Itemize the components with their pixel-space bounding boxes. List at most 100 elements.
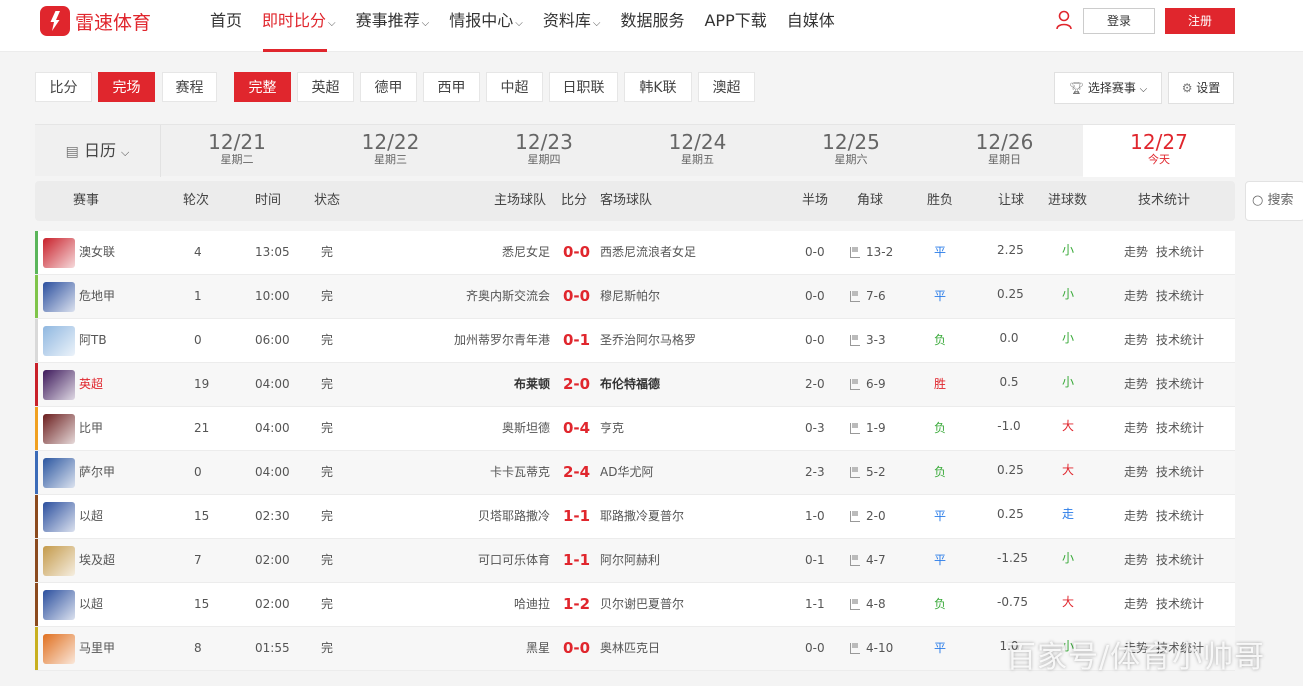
calendar-button[interactable]: ▤ 日历 ⌵	[35, 125, 161, 177]
date-tab-0[interactable]: 12/21 星期二	[161, 125, 313, 177]
date-tab-4[interactable]: 12/25 星期六	[775, 125, 927, 177]
league-name[interactable]: 以超	[79, 583, 103, 626]
trend-link[interactable]: 走势	[1124, 319, 1148, 362]
mode-tab-1[interactable]: 完场	[98, 72, 155, 102]
away-team[interactable]: 布伦特福德	[600, 363, 660, 406]
result-value: 平	[934, 641, 947, 655]
date-tab-1[interactable]: 12/22 星期三	[315, 125, 467, 177]
handicap-value: -1.25	[997, 551, 1029, 565]
tech-stats-link[interactable]: 技术统计	[1156, 451, 1204, 494]
select-event-button[interactable]: 🏆︎ 选择赛事 ⌵	[1054, 72, 1162, 104]
away-team[interactable]: 亨克	[600, 407, 624, 450]
home-team[interactable]: 加州蒂罗尔青年港	[454, 319, 550, 362]
result-value: 平	[934, 553, 947, 567]
tech-stats-link[interactable]: 技术统计	[1156, 319, 1204, 362]
league-filter-1[interactable]: 英超	[297, 72, 354, 102]
league-name[interactable]: 比甲	[79, 407, 103, 450]
score-value: 2-4	[563, 463, 591, 481]
league-name[interactable]: 阿TB	[79, 319, 107, 362]
home-team[interactable]: 哈迪拉	[514, 583, 550, 626]
league-filter-5[interactable]: 日职联	[549, 72, 618, 102]
result-value: 负	[934, 333, 947, 347]
round-value: 4	[194, 245, 202, 259]
league-filter-6[interactable]: 韩K联	[624, 72, 692, 102]
league-name[interactable]: 马里甲	[79, 627, 115, 670]
corner-value: 6-9	[866, 377, 886, 391]
league-name[interactable]: 以超	[79, 495, 103, 538]
date-tab-2[interactable]: 12/23 星期四	[468, 125, 620, 177]
nav-item-0[interactable]: 首页	[200, 0, 252, 52]
header-round: 轮次	[183, 193, 210, 208]
nav-item-6[interactable]: APP下载	[694, 0, 776, 52]
score-value: 0-0	[563, 639, 591, 657]
trend-link[interactable]: 走势	[1124, 495, 1148, 538]
league-filter-4[interactable]: 中超	[486, 72, 543, 102]
corner-value: 5-2	[866, 465, 886, 479]
home-team[interactable]: 贝塔耶路撒冷	[478, 495, 550, 538]
user-icon[interactable]	[1055, 10, 1073, 30]
nav-item-7[interactable]: 自媒体	[777, 0, 845, 52]
login-button[interactable]: 登录	[1083, 8, 1155, 34]
away-team[interactable]: 圣乔治阿尔马格罗	[600, 319, 696, 362]
mode-tab-2[interactable]: 赛程	[162, 72, 217, 102]
league-name[interactable]: 埃及超	[79, 539, 115, 582]
home-team[interactable]: 可口可乐体育	[478, 539, 550, 582]
away-team[interactable]: 奥林匹克日	[600, 627, 660, 670]
league-color-bar	[35, 451, 38, 494]
nav-item-4[interactable]: 资料库 ⌵	[533, 0, 611, 52]
trend-link[interactable]: 走势	[1124, 451, 1148, 494]
corner-value: 4-8	[866, 597, 886, 611]
tech-stats-link[interactable]: 技术统计	[1156, 363, 1204, 406]
nav-item-2[interactable]: 赛事推荐 ⌵	[346, 0, 440, 52]
league-filter-3[interactable]: 西甲	[423, 72, 480, 102]
league-color-bar	[35, 363, 38, 406]
nav-item-3[interactable]: 情报中心 ⌵	[439, 0, 533, 52]
league-color-bar	[35, 275, 38, 318]
weekday-label: 今天	[1148, 153, 1170, 166]
league-name[interactable]: 危地甲	[79, 275, 115, 318]
tech-stats-link[interactable]: 技术统计	[1156, 407, 1204, 450]
corner-flag-icon	[850, 467, 860, 478]
trend-link[interactable]: 走势	[1124, 231, 1148, 274]
trend-link[interactable]: 走势	[1124, 583, 1148, 626]
trend-link[interactable]: 走势	[1124, 275, 1148, 318]
away-team[interactable]: 贝尔谢巴夏普尔	[600, 583, 684, 626]
away-team[interactable]: 穆尼斯帕尔	[600, 275, 660, 318]
league-name[interactable]: 萨尔甲	[79, 451, 115, 494]
league-color-bar	[35, 319, 38, 362]
date-tab-5[interactable]: 12/26 星期日	[929, 125, 1081, 177]
table-row: 危地甲 1 10:00 完 齐奥内斯交流会 0-0 穆尼斯帕尔 0-0 7-6 平 0.25 小 走势技…	[35, 275, 1235, 319]
home-team[interactable]: 卡卡瓦蒂克	[490, 451, 550, 494]
league-filter-2[interactable]: 德甲	[360, 72, 417, 102]
site-logo[interactable]: 雷速体育	[40, 6, 151, 36]
tech-stats-link[interactable]: 技术统计	[1156, 495, 1204, 538]
trend-link[interactable]: 走势	[1124, 407, 1148, 450]
home-team[interactable]: 悉尼女足	[502, 231, 550, 274]
date-tab-6[interactable]: 12/27 今天	[1083, 125, 1235, 177]
league-filter-0[interactable]: 完整	[234, 72, 291, 102]
trend-link[interactable]: 走势	[1124, 363, 1148, 406]
date-tab-3[interactable]: 12/24 星期五	[622, 125, 774, 177]
register-button[interactable]: 注册	[1165, 8, 1235, 34]
search-button[interactable]: ○ 搜索	[1245, 181, 1303, 221]
away-team[interactable]: 耶路撒冷夏普尔	[600, 495, 684, 538]
tech-stats-link[interactable]: 技术统计	[1156, 275, 1204, 318]
league-name[interactable]: 澳女联	[79, 231, 115, 274]
home-team[interactable]: 布莱顿	[514, 363, 550, 406]
league-filter-7[interactable]: 澳超	[698, 72, 755, 102]
home-team[interactable]: 齐奥内斯交流会	[466, 275, 550, 318]
tech-stats-link[interactable]: 技术统计	[1156, 539, 1204, 582]
trend-link[interactable]: 走势	[1124, 539, 1148, 582]
nav-item-5[interactable]: 数据服务	[610, 0, 694, 52]
away-team[interactable]: 西悉尼流浪者女足	[600, 231, 696, 274]
league-name[interactable]: 英超	[79, 363, 103, 406]
home-team[interactable]: 奥斯坦德	[502, 407, 550, 450]
tech-stats-link[interactable]: 技术统计	[1156, 231, 1204, 274]
tech-stats-link[interactable]: 技术统计	[1156, 583, 1204, 626]
away-team[interactable]: AD华尤阿	[600, 451, 653, 494]
mode-tab-0[interactable]: 比分	[35, 72, 92, 102]
home-team[interactable]: 黑星	[526, 627, 550, 670]
away-team[interactable]: 阿尔阿赫利	[600, 539, 660, 582]
settings-button[interactable]: ⚙ 设置	[1168, 72, 1234, 104]
nav-item-1[interactable]: 即时比分 ⌵	[252, 0, 346, 52]
